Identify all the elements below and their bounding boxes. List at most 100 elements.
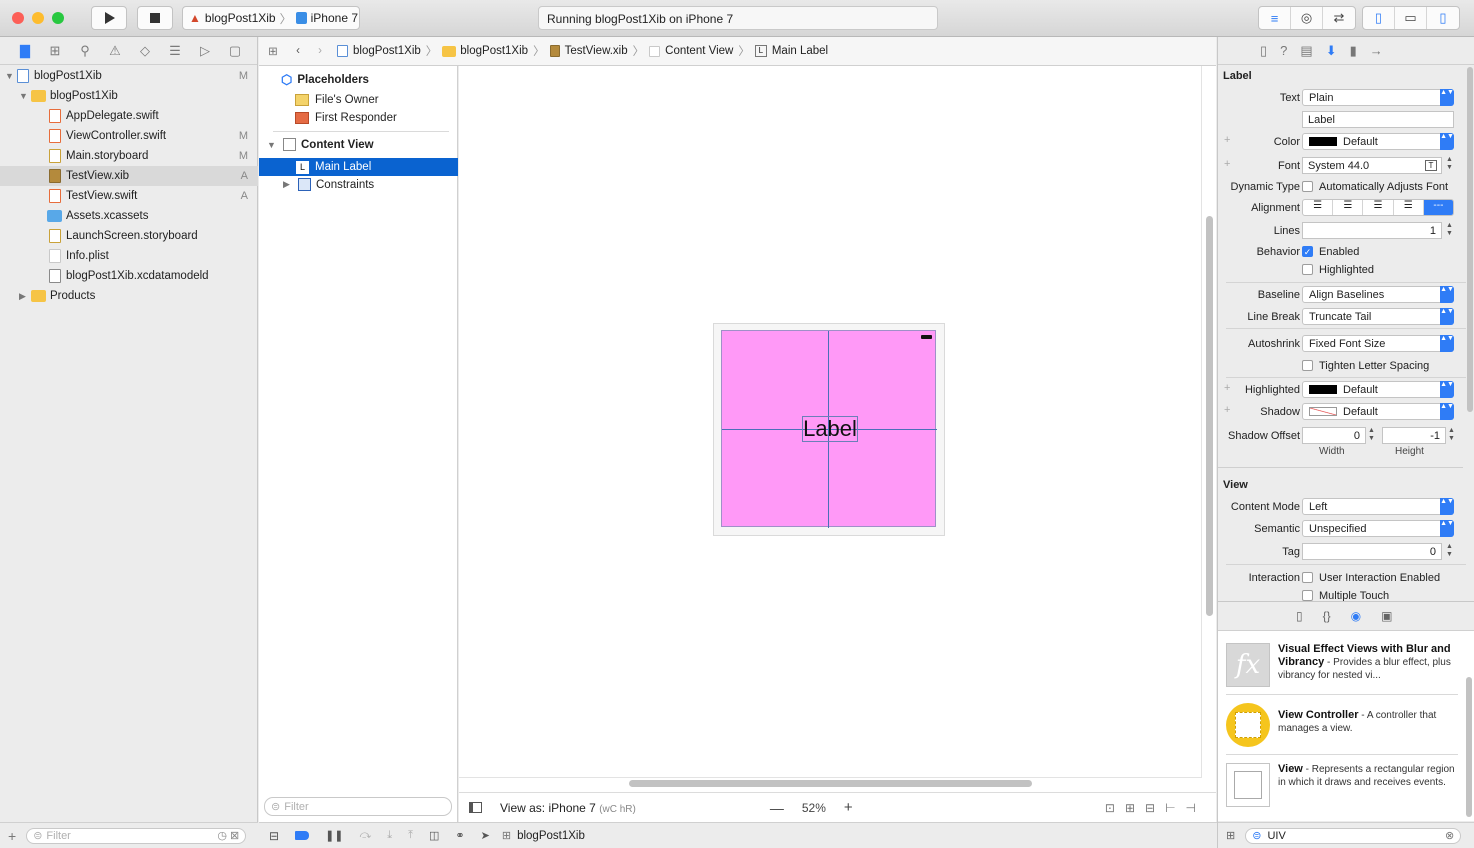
- search-icon[interactable]: ⚲: [70, 43, 100, 59]
- tree-item-group[interactable]: ▶ Products: [0, 286, 258, 306]
- disclosure-closed-icon[interactable]: ▶: [283, 179, 295, 190]
- dynamic-type-checkbox[interactable]: [1302, 181, 1313, 192]
- run-button[interactable]: [91, 6, 127, 30]
- text-content-field[interactable]: Label: [1302, 111, 1454, 128]
- shadow-height-field[interactable]: -1: [1382, 427, 1446, 444]
- align-natural-icon[interactable]: ---: [1423, 200, 1453, 215]
- debug-target-label[interactable]: blogPost1Xib: [517, 830, 585, 842]
- close-window-button[interactable]: [12, 12, 24, 24]
- linebreak-popup[interactable]: Truncate Tail ▲▼: [1302, 308, 1454, 325]
- debug-area-toggle-icon[interactable]: ▭: [1395, 7, 1427, 29]
- view-debugger-icon[interactable]: ◫: [429, 829, 439, 842]
- breakpoints-toggle-icon[interactable]: [295, 831, 310, 840]
- scheme-device-label[interactable]: iPhone 7: [311, 11, 358, 25]
- report-icon[interactable]: ▢: [220, 43, 250, 59]
- help-inspector-icon[interactable]: ?: [1280, 43, 1287, 58]
- memory-graph-icon[interactable]: ⚭: [455, 829, 464, 842]
- navigator-filter-input[interactable]: ⊜ Filter ◷ ⊠: [26, 827, 247, 844]
- add-variation-icon[interactable]: +: [1224, 382, 1230, 394]
- back-icon[interactable]: ‹: [287, 45, 309, 57]
- recent-icon[interactable]: ◷ ⊠: [217, 829, 239, 842]
- tree-item-file-selected[interactable]: TestView.xib A: [0, 166, 258, 186]
- minimize-window-button[interactable]: [32, 12, 44, 24]
- step-over-icon[interactable]: ⤼: [360, 829, 372, 842]
- add-variation-icon[interactable]: +: [1224, 158, 1230, 170]
- outline-files-owner[interactable]: File's Owner: [295, 94, 379, 106]
- inspector-scrollbar[interactable]: [1467, 67, 1473, 412]
- tree-item-file[interactable]: Main.storyboard M: [0, 146, 258, 166]
- tree-item-file[interactable]: Assets.xcassets: [0, 206, 258, 226]
- standard-editor-icon[interactable]: ≡: [1259, 7, 1291, 29]
- tree-item-file[interactable]: ViewController.swift M: [0, 126, 258, 146]
- tag-stepper[interactable]: ▲ ▼: [1446, 543, 1453, 559]
- outline-content-view[interactable]: ▼ Content View: [267, 138, 374, 151]
- layout-tools-icons[interactable]: ⊡⊞⊟⊢⊣: [1105, 801, 1206, 815]
- identity-inspector-icon[interactable]: ▤: [1300, 43, 1312, 59]
- tree-item-file[interactable]: blogPost1Xib.xcdatamodeld: [0, 266, 258, 286]
- alignment-segmented[interactable]: ☰ ☰ ☰ ☰ ---: [1302, 199, 1454, 216]
- view-as-button[interactable]: View as: iPhone 7 (wC hR): [500, 801, 636, 815]
- clear-search-icon[interactable]: ⊗: [1445, 829, 1454, 842]
- align-left-icon[interactable]: ☰: [1303, 200, 1334, 215]
- content-view[interactable]: Label: [721, 330, 937, 528]
- font-picker-icon[interactable]: T: [1425, 160, 1437, 171]
- disclosure-open-icon[interactable]: ▼: [267, 140, 279, 150]
- object-library-icon[interactable]: ◉: [1351, 609, 1361, 623]
- interface-builder-canvas[interactable]: Label View as: iPhone 7 (wC hR) — 52% + …: [459, 66, 1216, 848]
- color-popup[interactable]: Default ▲▼: [1302, 133, 1454, 150]
- grid-view-icon[interactable]: ⊞: [1226, 829, 1235, 842]
- add-variation-icon[interactable]: +: [1224, 134, 1230, 146]
- outline-placeholders[interactable]: ⬡ Placeholders: [281, 72, 369, 88]
- align-right-icon[interactable]: ☰: [1363, 200, 1394, 215]
- tree-item-file[interactable]: Info.plist: [0, 246, 258, 266]
- tighten-checkbox[interactable]: [1302, 360, 1313, 371]
- file-inspector-icon[interactable]: ▯: [1260, 43, 1267, 59]
- panel-toggle-segmented[interactable]: ▯ ▭ ▯: [1362, 6, 1460, 30]
- vertical-scrollbar[interactable]: [1206, 216, 1213, 616]
- breadcrumb-file[interactable]: TestView.xib: [565, 45, 628, 57]
- version-editor-icon[interactable]: ⇄: [1323, 7, 1355, 29]
- test-icon[interactable]: ◇: [130, 43, 160, 59]
- breadcrumb-view[interactable]: Content View: [665, 45, 733, 57]
- shadow-height-stepper[interactable]: ▲ ▼: [1448, 427, 1455, 443]
- tree-item-file[interactable]: AppDelegate.swift: [0, 106, 258, 126]
- breadcrumb-label[interactable]: Main Label: [772, 45, 828, 57]
- disclosure-open-icon[interactable]: ▼: [5, 71, 17, 81]
- tag-field[interactable]: 0: [1302, 543, 1442, 560]
- font-field[interactable]: System 44.0 T: [1302, 157, 1442, 174]
- outline-main-label-selected[interactable]: L Main Label: [259, 158, 458, 176]
- file-template-icon[interactable]: ▯: [1296, 609, 1303, 623]
- horizontal-scrollbar[interactable]: [629, 780, 1032, 787]
- stop-button[interactable]: [137, 6, 173, 30]
- debug-icon[interactable]: ☰: [160, 43, 190, 59]
- folder-icon[interactable]: ▇: [10, 43, 40, 59]
- outline-constraints[interactable]: ▶ Constraints: [283, 178, 374, 191]
- tree-item-group[interactable]: ▼ blogPost1Xib: [0, 86, 258, 106]
- zoom-level[interactable]: 52%: [802, 801, 826, 815]
- lines-field[interactable]: 1: [1302, 222, 1442, 239]
- media-library-icon[interactable]: ▣: [1381, 609, 1392, 623]
- library-scrollbar[interactable]: [1466, 677, 1472, 817]
- connections-inspector-icon[interactable]: →: [1370, 43, 1383, 58]
- breadcrumb-group[interactable]: blogPost1Xib: [460, 45, 528, 57]
- step-into-icon[interactable]: ⤓: [387, 829, 392, 842]
- zoom-out-icon[interactable]: —: [770, 800, 784, 816]
- pause-icon[interactable]: ❚❚: [325, 829, 343, 842]
- utilities-toggle-icon[interactable]: ▯: [1427, 7, 1459, 29]
- add-icon[interactable]: +: [8, 828, 16, 844]
- align-center-icon[interactable]: ☰: [1333, 200, 1364, 215]
- highlighted-color-popup[interactable]: Default ▲▼: [1302, 381, 1454, 398]
- outline-first-responder[interactable]: First Responder: [295, 112, 397, 124]
- zoom-window-button[interactable]: [52, 12, 64, 24]
- assistant-editor-icon[interactable]: ◎: [1291, 7, 1323, 29]
- autoshrink-popup[interactable]: Fixed Font Size ▲▼: [1302, 335, 1454, 352]
- disclosure-open-icon[interactable]: ▼: [19, 91, 31, 101]
- tree-item-file[interactable]: TestView.swift A: [0, 186, 258, 206]
- library-filter-input[interactable]: ⊜ UIV ⊗: [1245, 827, 1462, 844]
- multiple-touch-checkbox[interactable]: [1302, 590, 1313, 601]
- library-item[interactable]: View Controller - A controller that mana…: [1226, 699, 1458, 755]
- shadow-width-field[interactable]: 0: [1302, 427, 1366, 444]
- align-justify-icon[interactable]: ☰: [1394, 200, 1424, 215]
- enabled-checkbox[interactable]: ✓: [1302, 246, 1313, 257]
- lines-stepper[interactable]: ▲ ▼: [1446, 222, 1453, 238]
